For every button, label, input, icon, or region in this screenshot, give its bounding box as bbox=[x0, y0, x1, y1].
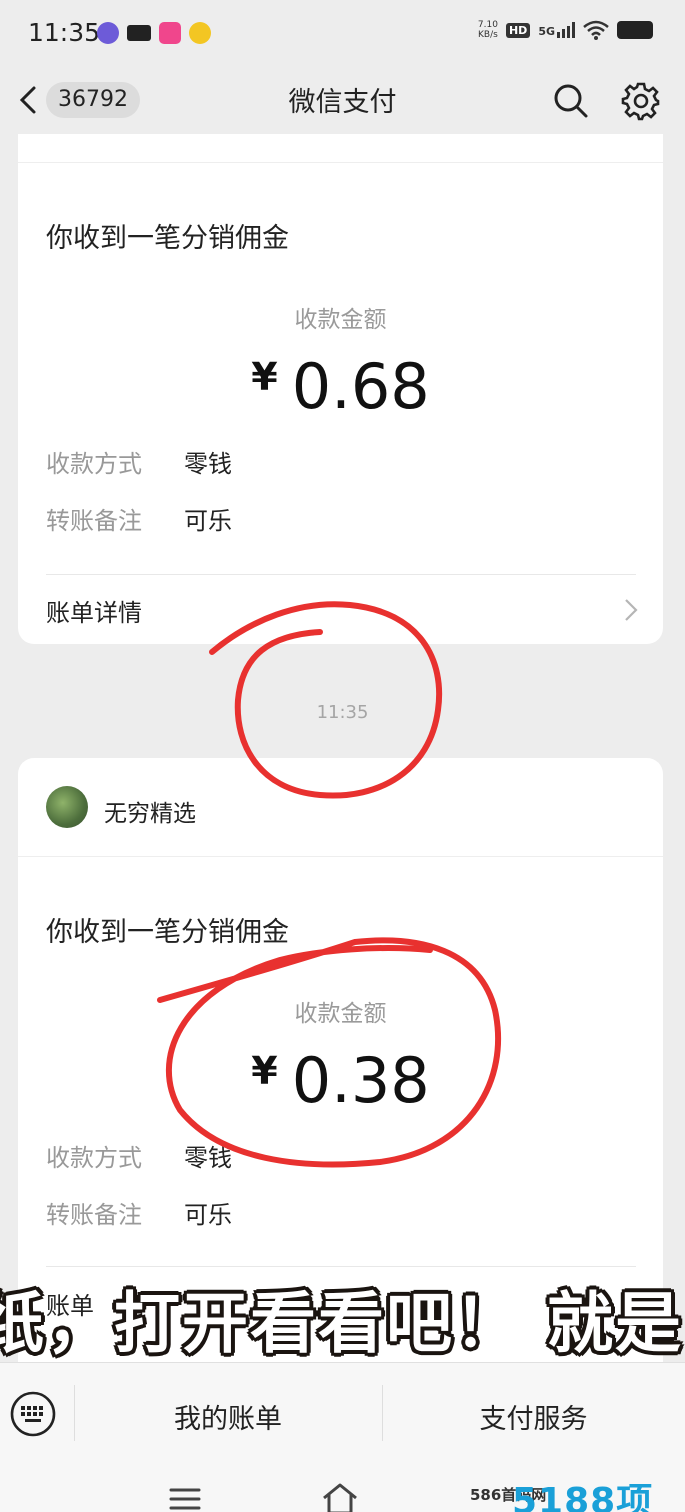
menu-my-bills[interactable]: 我的账单 bbox=[74, 1397, 382, 1436]
payment-method-value: 零钱 bbox=[184, 450, 232, 478]
card-heading: 你收到一笔分销佣金 bbox=[46, 223, 289, 254]
avatar[interactable] bbox=[46, 786, 88, 828]
status-time: 11:35 bbox=[28, 18, 101, 47]
divider bbox=[18, 162, 663, 163]
wifi-icon bbox=[583, 20, 609, 40]
card-heading: 你收到一笔分销佣金 bbox=[46, 917, 289, 948]
bottom-menu: 我的账单 支付服务 bbox=[0, 1362, 685, 1462]
payment-method-value: 零钱 bbox=[184, 1144, 232, 1172]
net-speed-unit: KB/s bbox=[478, 30, 498, 40]
signal-label: 5G bbox=[538, 25, 555, 38]
watermark-logo: 5188项目网 bbox=[512, 1481, 654, 1512]
payment-method-label: 收款方式 bbox=[46, 450, 142, 478]
chat-header: 36792 微信支付 bbox=[0, 66, 685, 134]
transfer-note-label: 转账备注 bbox=[46, 1201, 142, 1229]
net-speed-value: 7.10 bbox=[477, 20, 498, 30]
transfer-note-label: 转账备注 bbox=[46, 507, 142, 535]
search-icon[interactable] bbox=[550, 80, 590, 120]
home-icon[interactable] bbox=[320, 1482, 360, 1512]
hd-badge: HD bbox=[505, 22, 531, 38]
cell-signal-icon: 5G bbox=[538, 22, 575, 38]
bill-detail-link[interactable]: 账单详情 bbox=[18, 575, 663, 645]
divider bbox=[46, 1266, 636, 1267]
amount: ¥0.38 bbox=[18, 1044, 663, 1117]
currency-symbol: ¥ bbox=[251, 355, 278, 399]
divider bbox=[18, 856, 663, 857]
transfer-note-value: 可乐 bbox=[184, 1201, 232, 1229]
battery-icon bbox=[617, 21, 653, 39]
message-timestamp: 11:35 bbox=[316, 702, 369, 723]
gear-icon[interactable] bbox=[620, 80, 662, 122]
amount-label: 收款金额 bbox=[294, 307, 387, 333]
bill-detail-label: 账单详情 bbox=[46, 599, 142, 627]
net-speed: 7.10 KB/s bbox=[478, 20, 498, 40]
weibo-icon bbox=[189, 22, 211, 44]
system-nav-bar: 586首码网 5188项目网 bbox=[0, 1462, 685, 1512]
amount: ¥0.68 bbox=[18, 350, 663, 423]
video-camera-icon bbox=[127, 25, 151, 41]
menu-icon[interactable] bbox=[168, 1486, 202, 1512]
status-app-icons bbox=[97, 22, 211, 44]
sender-name: 无穷精选 bbox=[104, 801, 196, 827]
currency-symbol: ¥ bbox=[251, 1049, 278, 1093]
chevron-right-icon bbox=[625, 599, 638, 621]
payment-card[interactable]: 你收到一笔分销佣金 收款金额 ¥0.68 收款方式 零钱 转账备注 可乐 账单详… bbox=[18, 134, 663, 644]
amount-value: 0.68 bbox=[291, 350, 430, 423]
video-subtitle: 纸，打开看看吧！ 就是 bbox=[0, 1285, 683, 1362]
status-bar: 11:35 7.10 KB/s HD 5G bbox=[0, 0, 685, 66]
keyboard-icon[interactable] bbox=[8, 1389, 58, 1439]
transfer-note-value: 可乐 bbox=[184, 507, 232, 535]
menu-payment-services[interactable]: 支付服务 bbox=[382, 1397, 685, 1436]
payment-method-label: 收款方式 bbox=[46, 1144, 142, 1172]
amount-label: 收款金额 bbox=[294, 1001, 387, 1027]
amount-value: 0.38 bbox=[291, 1044, 430, 1117]
app-pink-icon bbox=[159, 22, 181, 44]
status-indicators: 7.10 KB/s HD 5G bbox=[478, 20, 653, 40]
app-loop-icon bbox=[97, 22, 119, 44]
